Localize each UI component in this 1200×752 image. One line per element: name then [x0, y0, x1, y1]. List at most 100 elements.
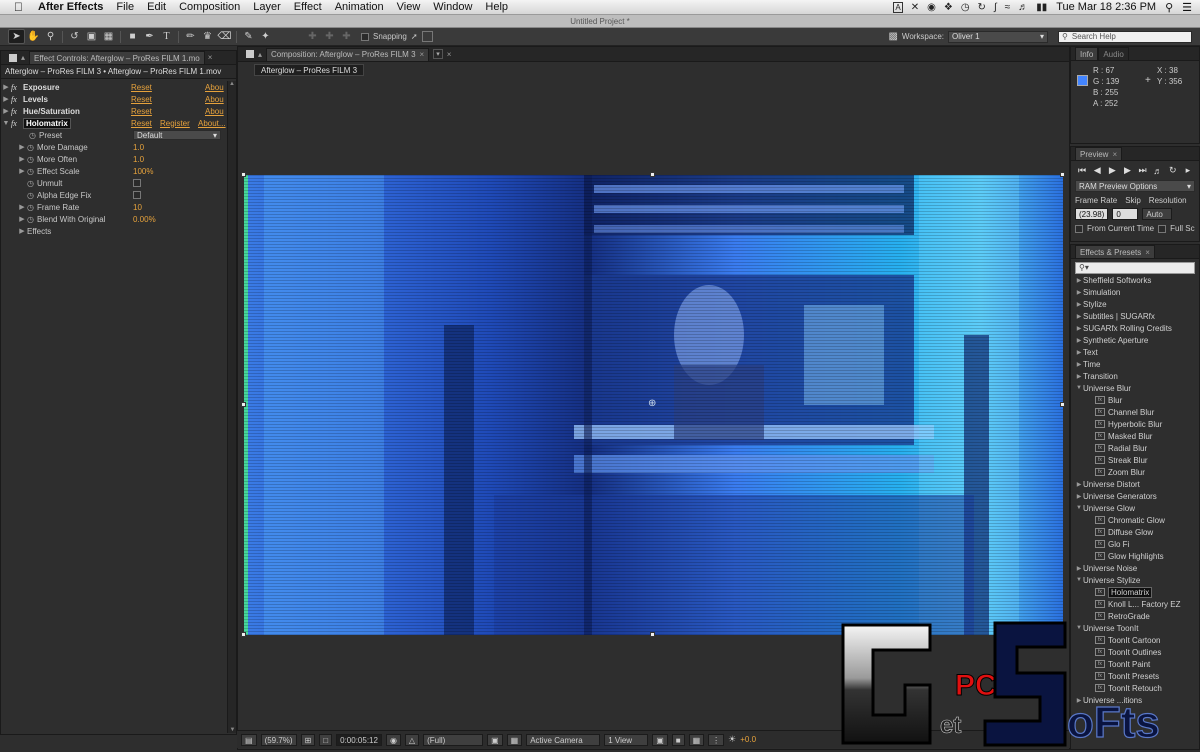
expand-triangle-icon[interactable]: ▶ [1, 83, 11, 91]
expand-triangle-icon[interactable]: ▶ [17, 155, 27, 163]
resolution-select[interactable]: Auto [1142, 208, 1173, 220]
view-layout-select[interactable]: 1 View [604, 733, 649, 746]
effect-preset-item[interactable]: fx Chromatic Glow [1075, 514, 1199, 526]
effect-preset-item[interactable]: fx Zoom Blur [1075, 466, 1199, 478]
expand-triangle-icon[interactable]: ▶ [17, 203, 27, 211]
param-value[interactable]: 1.0 [133, 143, 144, 152]
frame-rate-select[interactable]: (23.98) [1075, 208, 1109, 220]
expanded-triangle-icon[interactable]: ▼ [1075, 577, 1083, 583]
first-frame-icon[interactable]: ⏮ [1077, 165, 1087, 176]
hand-tool-icon[interactable]: ✋ [25, 29, 42, 44]
timeline-icon[interactable]: ▦ [688, 733, 705, 746]
layer-handle[interactable] [1060, 172, 1065, 177]
type-tool-icon[interactable]: T [158, 29, 175, 44]
collapsed-triangle-icon[interactable]: ▶ [1075, 325, 1083, 332]
volume-icon[interactable]: ♬ [1018, 2, 1028, 13]
menu-clock[interactable]: Tue Mar 18 2:36 PM [1056, 1, 1156, 13]
effect-preset-item[interactable]: fx Masked Blur [1075, 430, 1199, 442]
scroll-up-icon[interactable]: ▲ [228, 81, 236, 87]
effect-preset-item[interactable]: fx Streak Blur [1075, 454, 1199, 466]
battery-icon[interactable]: ▮▮ [1036, 2, 1047, 13]
close-icon[interactable]: × [1145, 246, 1150, 259]
effect-controls-tab[interactable]: Effect Controls: Afterglow – ProRes FILM… [29, 51, 205, 64]
collapsed-triangle-icon[interactable]: ▶ [1075, 373, 1083, 380]
ram-preview-icon[interactable]: ▸ [1183, 165, 1193, 176]
apple-menu-icon[interactable]:  [14, 1, 28, 13]
transparency-grid-icon[interactable]: ▦ [506, 733, 523, 746]
menu-window[interactable]: Window [433, 1, 472, 13]
world-axis-icon[interactable]: ✚ [321, 29, 338, 44]
unmult-checkbox[interactable] [133, 179, 141, 187]
axis-mode-icon[interactable]: ✚ [304, 29, 321, 44]
play-icon[interactable]: ▶ [1107, 165, 1117, 176]
expand-triangle-icon[interactable]: ▶ [1, 95, 11, 103]
effect-preset-item[interactable]: fx Channel Blur [1075, 406, 1199, 418]
expanded-triangle-icon[interactable]: ▼ [1075, 385, 1083, 391]
menu-composition[interactable]: Composition [179, 1, 240, 13]
expand-triangle-icon[interactable]: ▶ [17, 167, 27, 175]
panel-menu-icon[interactable] [246, 50, 254, 58]
menu-edit[interactable]: Edit [147, 1, 166, 13]
about-link[interactable]: Abou [205, 107, 224, 116]
bluetooth-icon[interactable]: ∫ [994, 2, 997, 13]
effect-preset-item[interactable]: fx Knoll L... Factory EZ [1075, 598, 1199, 610]
current-time-field[interactable]: 0:00:05:12 [336, 733, 382, 746]
layer-handle[interactable] [650, 172, 655, 177]
expand-triangle-icon[interactable]: ▶ [17, 227, 27, 235]
close-icon[interactable]: × [208, 53, 213, 62]
magnification-select[interactable]: (59.7%) [260, 733, 297, 746]
menu-effect[interactable]: Effect [294, 1, 322, 13]
fx-icon[interactable]: fx [11, 95, 23, 104]
layer-handle[interactable] [241, 172, 246, 177]
safe-zones-icon[interactable]: ⊞ [300, 733, 316, 746]
pan-behind-tool-icon[interactable]: ▦ [100, 29, 117, 44]
preview-tab[interactable]: Preview × [1075, 147, 1123, 161]
full-screen-checkbox[interactable] [1158, 224, 1167, 233]
expand-triangle-icon[interactable]: ▶ [17, 143, 27, 151]
workspace-select[interactable]: Oliver 1 ▾ [948, 30, 1048, 43]
mask-visibility-icon[interactable]: □ [319, 733, 333, 746]
exposure-value[interactable]: +0.0 [740, 735, 756, 744]
collapsed-triangle-icon[interactable]: ▶ [1075, 301, 1083, 308]
eraser-tool-icon[interactable]: ⌫ [216, 29, 233, 44]
effects-search-field[interactable]: ⚲▾ [1075, 262, 1195, 274]
effect-row-holomatrix[interactable]: ▼ fx Holomatrix Reset Register About... [1, 117, 236, 129]
close-icon[interactable]: × [420, 48, 425, 61]
last-frame-icon[interactable]: ⏭ [1138, 165, 1148, 176]
menu-file[interactable]: File [116, 1, 134, 13]
param-value[interactable]: 1.0 [133, 155, 144, 164]
sync-icon[interactable]: ↻ [978, 2, 986, 13]
list-icon[interactable]: ☰ [1182, 1, 1192, 14]
camera-tool-icon[interactable]: ▣ [83, 29, 100, 44]
always-preview-icon[interactable]: ▤ [241, 733, 257, 746]
effect-category-item[interactable]: ▼ Universe Glow [1075, 502, 1199, 514]
effect-preset-item[interactable]: fx Hyperbolic Blur [1075, 418, 1199, 430]
effect-category-item[interactable]: ▶ Subtitles | SUGARfx [1075, 310, 1199, 322]
resolution-select[interactable]: (Full) [423, 733, 484, 746]
exposure-reset-icon[interactable]: ☀ [728, 734, 736, 745]
time-machine-icon[interactable]: ◷ [961, 2, 970, 13]
about-link[interactable]: Abou [205, 83, 224, 92]
effect-category-item[interactable]: ▶ Synthetic Aperture [1075, 334, 1199, 346]
effect-category-item[interactable]: ▶ Universe Distort [1075, 478, 1199, 490]
stopwatch-icon[interactable]: ◷ [27, 179, 37, 188]
reset-link[interactable]: Reset [131, 83, 152, 92]
fast-previews-icon[interactable]: ■ [671, 733, 685, 746]
input-source-icon[interactable]: A [893, 1, 903, 13]
reset-link[interactable]: Reset [131, 119, 152, 128]
anchor-point-icon[interactable]: ⊕ [648, 398, 656, 409]
zoom-tool-icon[interactable]: ⚲ [42, 29, 59, 44]
brush-tool-icon[interactable]: ✏ [182, 29, 199, 44]
workspace-icon[interactable]: ▩ [888, 31, 897, 42]
dropbox-icon[interactable]: ❖ [944, 2, 953, 13]
layer-handle[interactable] [1060, 402, 1065, 407]
effect-category-item[interactable]: ▶ Transition [1075, 370, 1199, 382]
effect-preset-item[interactable]: fx Radial Blur [1075, 442, 1199, 454]
effect-name-selected[interactable]: Holomatrix [23, 117, 71, 129]
collapsed-triangle-icon[interactable]: ▶ [1075, 313, 1083, 320]
close-icon[interactable]: × [1112, 148, 1117, 161]
flowchart-icon[interactable]: ⋮ [708, 733, 725, 746]
effects-group-row[interactable]: ▶ Effects [1, 225, 236, 237]
effect-row-levels[interactable]: ▶ fx Levels Reset Abou [1, 93, 236, 105]
tab-dropdown-icon[interactable]: ▾ [433, 49, 443, 59]
